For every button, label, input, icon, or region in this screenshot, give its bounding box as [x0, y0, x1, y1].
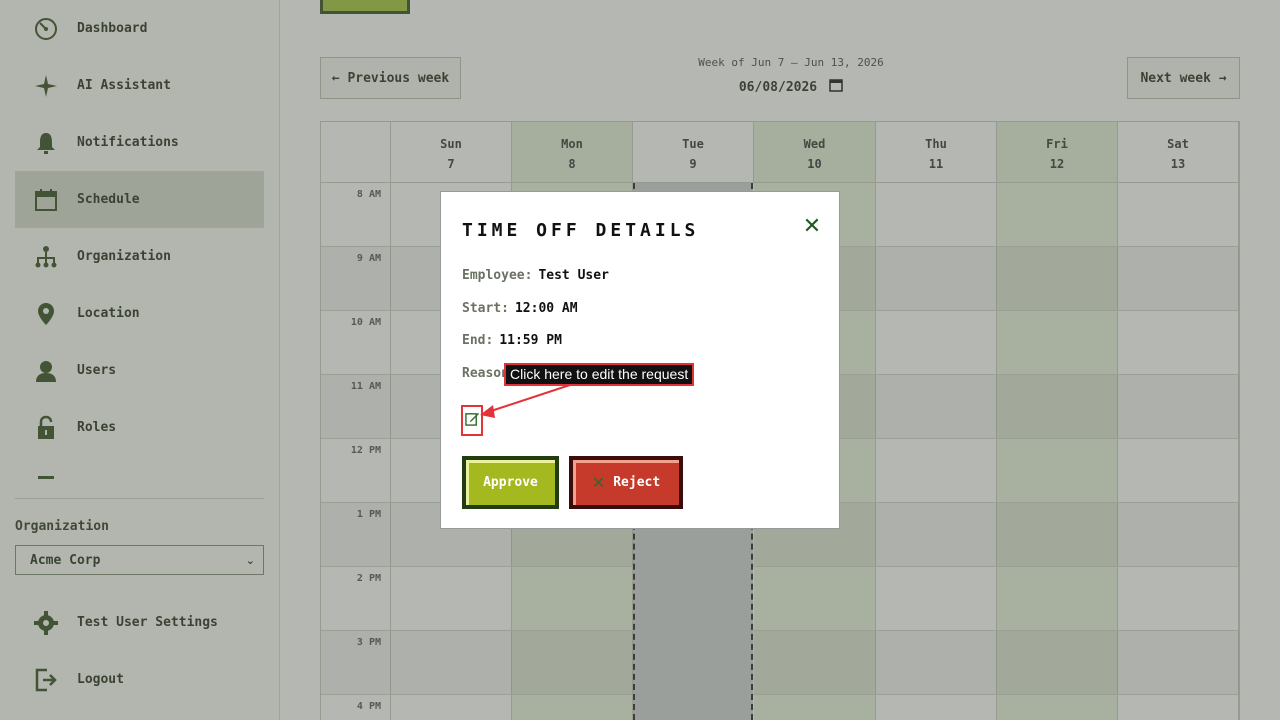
employee-value: Test User — [538, 268, 609, 283]
end-field: End: 11:59 PM — [462, 333, 562, 348]
start-label: Start: — [462, 301, 509, 316]
reject-label: Reject — [613, 475, 661, 490]
close-icon[interactable]: ✕ — [801, 216, 823, 238]
start-field: Start: 12:00 AM — [462, 301, 578, 316]
employee-label: Employee: — [462, 268, 533, 283]
edit-request-button[interactable] — [461, 405, 483, 436]
end-label: End: — [462, 333, 494, 348]
employee-field: Employee: Test User — [462, 268, 609, 283]
reject-button[interactable]: ✕ Reject — [569, 456, 683, 509]
approve-button[interactable]: Approve — [462, 456, 559, 509]
start-value: 12:00 AM — [514, 301, 578, 316]
edit-pencil-icon — [464, 411, 480, 430]
time-off-details-modal: TIME OFF DETAILS ✕ Employee: Test User S… — [440, 191, 840, 529]
annotation-tooltip: Click here to edit the request — [504, 363, 695, 386]
end-value: 11:59 PM — [499, 333, 562, 348]
modal-title: TIME OFF DETAILS — [462, 220, 700, 241]
reject-x-icon: ✕ — [591, 473, 606, 492]
